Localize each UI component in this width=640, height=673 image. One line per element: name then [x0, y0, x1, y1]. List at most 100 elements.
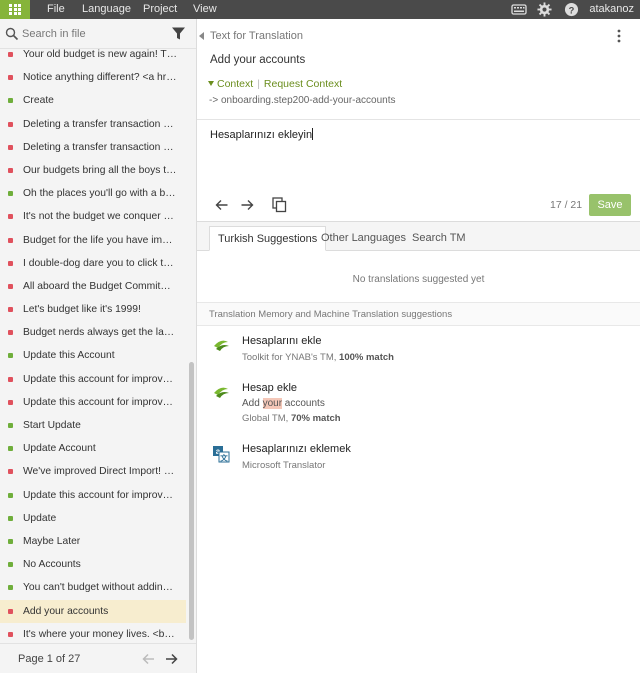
gear-icon[interactable] [537, 2, 552, 17]
untranslated-status-icon [8, 52, 13, 57]
keyboard-icon[interactable] [511, 2, 527, 17]
untranslated-status-icon [8, 307, 13, 313]
segment-row[interactable]: Update Account [0, 437, 186, 460]
menu-project[interactable]: Project [143, 0, 177, 19]
search-input[interactable] [22, 25, 162, 43]
editor-panel: Text for Translation Add your accounts C… [197, 19, 640, 673]
segment-row[interactable]: I double-dog dare you to click this bu..… [0, 252, 186, 275]
tab-turkish-suggestions[interactable]: Turkish Suggestions [209, 226, 327, 251]
menu-file[interactable]: File [47, 0, 65, 19]
suggestion-text: Hesaplarını ekle [242, 335, 322, 347]
collapse-sidebar-icon[interactable] [199, 32, 205, 40]
segment-text: Deleting a transfer transaction will d..… [23, 141, 178, 153]
segment-text: Start Update [23, 420, 81, 431]
menu-view[interactable]: View [193, 0, 217, 19]
segment-row[interactable]: Update [0, 507, 186, 530]
segment-row[interactable]: Create [0, 89, 186, 112]
segment-row[interactable]: Notice anything different? <a href="h... [0, 66, 186, 89]
segment-row[interactable]: All aboard the Budget Commitment ... [0, 275, 186, 298]
segment-row[interactable]: It's where your money lives. <br/>Let... [0, 623, 186, 643]
segment-row[interactable]: Deleting a transfer transaction will d..… [0, 136, 186, 159]
more-options-icon[interactable] [616, 29, 622, 43]
save-button[interactable]: Save [589, 194, 631, 216]
next-segment-arrow-icon[interactable] [240, 198, 254, 212]
segment-row[interactable]: It's not the budget we conquer but o... [0, 205, 186, 228]
tab-other-languages[interactable]: Other Languages [313, 226, 414, 251]
untranslated-status-icon [8, 283, 13, 289]
match-percentage: 100% match [339, 352, 394, 363]
search-icon [5, 27, 19, 41]
translated-status-icon [8, 423, 13, 428]
untranslated-status-icon [8, 75, 13, 81]
segment-row[interactable]: We've improved Direct Import! Conn... [0, 460, 186, 483]
segment-row[interactable]: Budget for the life you have imagined. [0, 229, 186, 252]
segment-text: Update this account for improved co... [23, 489, 178, 501]
scrollbar-thumb[interactable] [189, 362, 194, 640]
segment-text: Our budgets bring all the boys to the... [23, 164, 178, 176]
tab-search-tm[interactable]: Search TM [404, 226, 474, 251]
segment-row[interactable]: Let's budget like it's 1999! [0, 298, 186, 321]
context-toggle[interactable]: Context [217, 78, 253, 90]
copy-source-icon[interactable] [272, 197, 287, 213]
segment-row[interactable]: Oh the places you'll go with a budget... [0, 182, 186, 205]
segment-text: Budget nerds always get the last laug... [23, 327, 178, 339]
segment-row[interactable]: Maybe Later [0, 530, 186, 553]
context-caret-icon[interactable] [208, 81, 214, 86]
translation-input[interactable]: Hesaplarınızı ekleyin [210, 128, 630, 148]
tm-suggestion[interactable]: Hesap ekle Add your accounts Global TM, … [197, 382, 640, 432]
help-icon[interactable]: ? [564, 2, 579, 17]
mt-suggestion[interactable]: a 文 Hesaplarınızı eklemek Microsoft Tran… [197, 443, 640, 493]
suggestion-source: Global TM, 70% match [242, 413, 341, 424]
previous-segment-arrow-icon[interactable] [215, 198, 229, 212]
diff-highlight: your [262, 398, 283, 409]
untranslated-status-icon [8, 214, 13, 220]
segment-row[interactable]: Deleting a transfer transaction will d..… [0, 113, 186, 136]
segment-row[interactable]: You can't budget without adding acc... [0, 576, 186, 599]
suggestion-text: Hesaplarınızı eklemek [242, 443, 351, 455]
translated-status-icon [8, 515, 13, 521]
segment-text: Oh the places you'll go with a budget... [23, 188, 178, 200]
untranslated-status-icon [8, 631, 13, 637]
segment-row[interactable]: Start Update [0, 414, 186, 437]
segment-row[interactable]: Update this account for improved co... [0, 368, 186, 391]
context-key: -> onboarding.step200-add-your-accounts [209, 95, 396, 106]
segment-row[interactable]: Budget nerds always get the last laug... [0, 321, 186, 344]
original-text-part: accounts [282, 398, 325, 409]
request-context-link[interactable]: Request Context [264, 78, 342, 90]
segment-row[interactable]: Add your accounts [0, 599, 186, 623]
tm-suggestion[interactable]: Hesaplarını ekle Toolkit for YNAB's TM, … [197, 335, 640, 385]
translated-status-icon [8, 446, 13, 452]
next-page-arrow-icon[interactable] [164, 652, 178, 666]
segment-row[interactable]: Your old budget is new again! This is ..… [0, 49, 186, 66]
untranslated-status-icon [8, 260, 13, 266]
segment-text: Let's budget like it's 1999! [23, 304, 141, 316]
segment-row[interactable]: Update this account for improved co... [0, 484, 186, 507]
untranslated-status-icon [8, 237, 13, 243]
scrollbar[interactable] [188, 49, 196, 643]
translated-status-icon [8, 562, 13, 568]
segment-text: Update Account [23, 443, 96, 455]
translated-status-icon [8, 98, 13, 104]
untranslated-status-icon [8, 469, 13, 475]
top-menu-bar: File Language Project View ? atakanoz [0, 0, 640, 19]
segment-text: It's where your money lives. <br/>Let... [23, 628, 178, 640]
username[interactable]: atakanoz [589, 0, 634, 19]
segment-row[interactable]: Update this account for improved co... [0, 391, 186, 414]
prev-page-arrow-icon[interactable] [142, 652, 156, 666]
segment-text: Notice anything different? <a href="h... [23, 72, 178, 84]
apps-grid-icon[interactable] [0, 0, 30, 19]
segment-row[interactable]: Our budgets bring all the boys to the... [0, 159, 186, 182]
suggestion-source-name: Global TM, [242, 413, 289, 424]
segment-text: Add your accounts [23, 605, 109, 617]
text-cursor [312, 128, 314, 140]
source-header: Text for Translation [210, 30, 303, 42]
segment-row[interactable]: No Accounts [0, 553, 186, 576]
untranslated-status-icon [8, 376, 13, 382]
untranslated-status-icon [8, 399, 13, 405]
segment-row[interactable]: Update this Account [0, 344, 186, 367]
filter-icon[interactable] [171, 26, 186, 41]
menu-language[interactable]: Language [82, 0, 131, 19]
segment-text: No Accounts [23, 559, 81, 571]
untranslated-status-icon [8, 608, 13, 614]
pagination: Page 1 of 27 [0, 643, 196, 673]
